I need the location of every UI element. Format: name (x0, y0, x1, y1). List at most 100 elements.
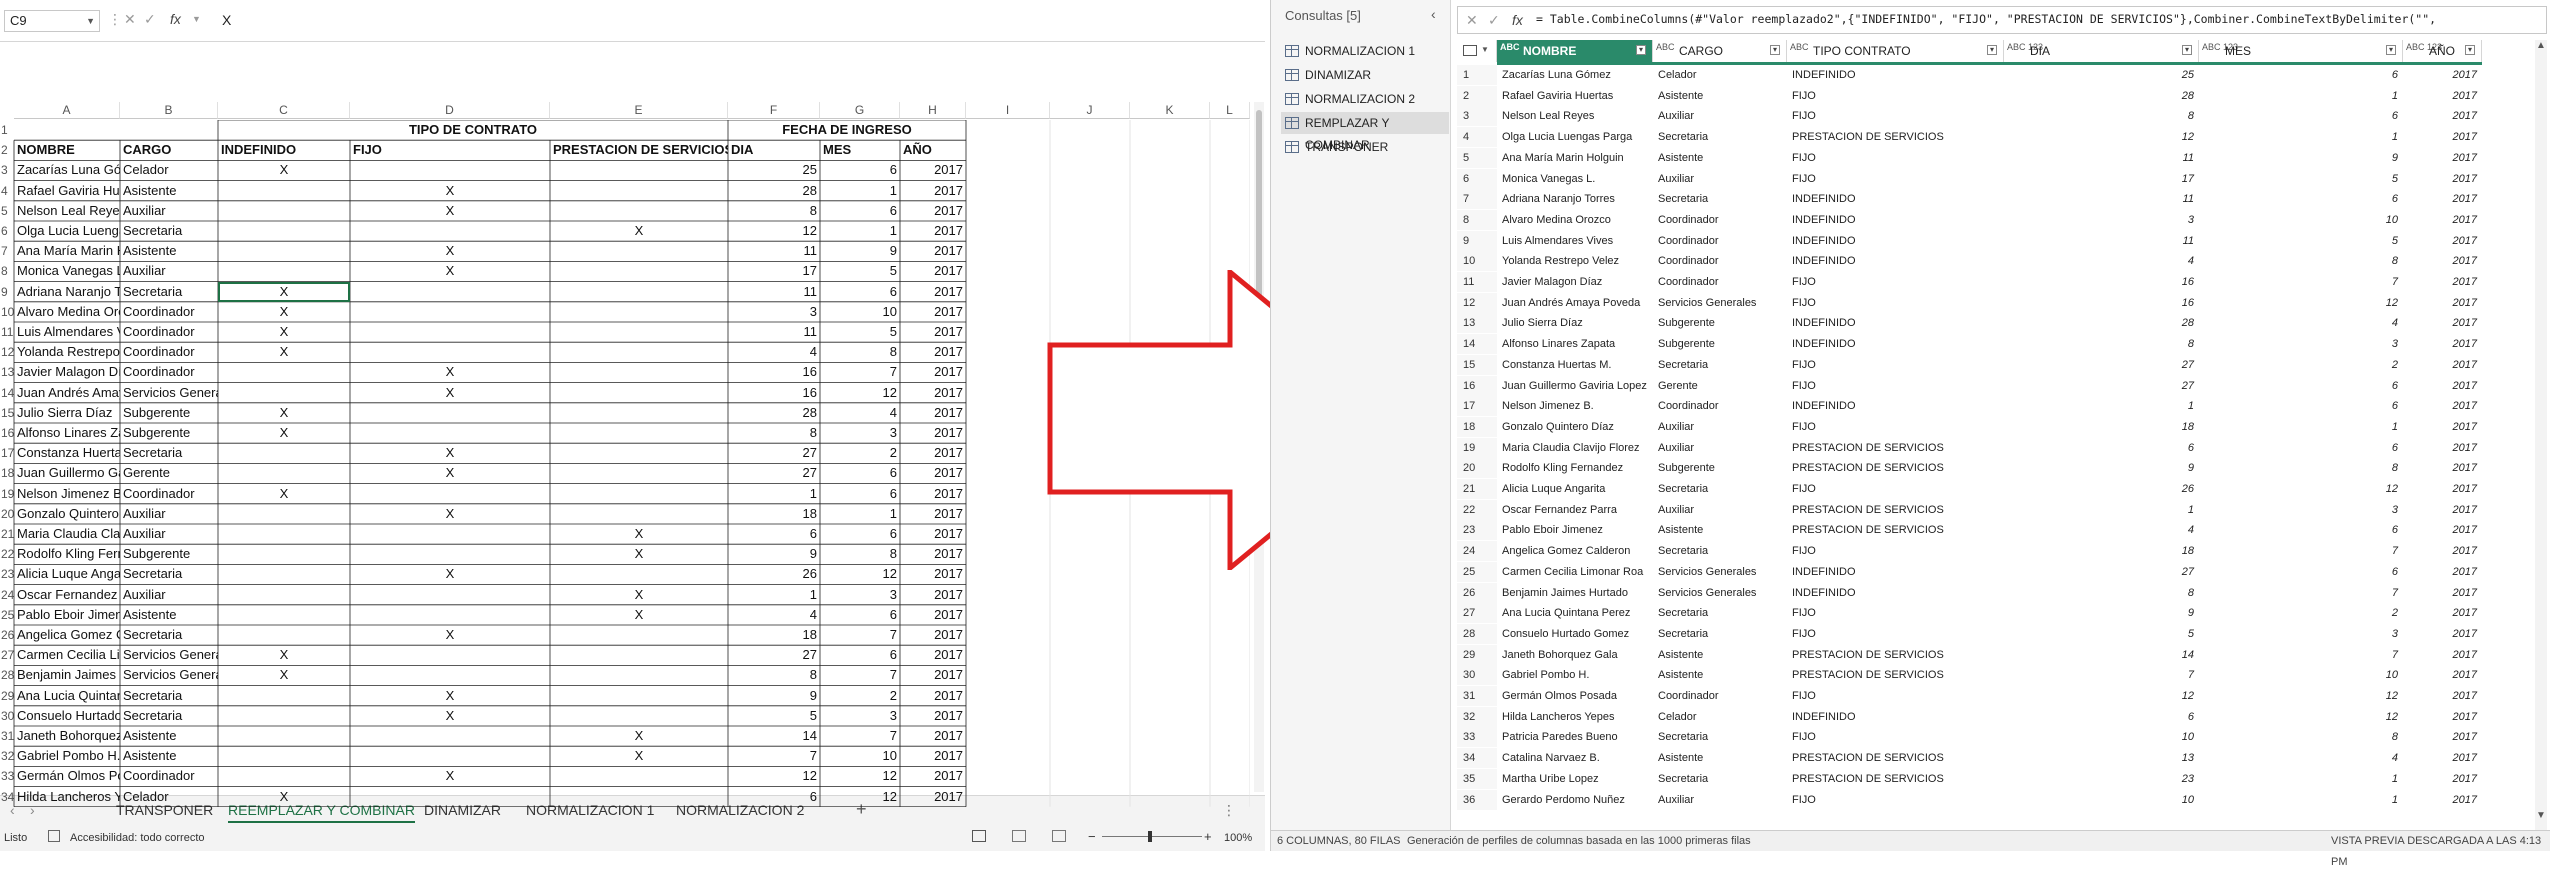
grid-cell[interactable]: 2017 (2403, 127, 2482, 147)
table-cell[interactable]: 2017 (900, 423, 966, 443)
cell-nombre[interactable]: Benjamin Jaimes Hurtado (14, 665, 120, 685)
grid-cell[interactable]: 6 (2199, 562, 2403, 582)
accessibility-icon[interactable] (48, 830, 60, 842)
grid-cell[interactable]: 2017 (2403, 500, 2482, 520)
cell-nombre[interactable]: Rafael Gaviria Huertas (14, 181, 120, 201)
grid-cell[interactable]: 7 (2004, 665, 2199, 685)
grid-cell[interactable]: Auxiliar (1653, 106, 1787, 126)
table-cell[interactable]: 2017 (900, 484, 966, 504)
table-menu-icon[interactable]: ▼ (1457, 40, 1497, 62)
table-cell[interactable] (550, 706, 728, 726)
column-header[interactable]: J (1050, 102, 1130, 119)
grid-cell[interactable]: FIJO (1787, 148, 2004, 168)
grid-cell[interactable]: 7 (2199, 583, 2403, 603)
table-cell[interactable]: 6 (820, 605, 900, 625)
table-cell[interactable]: Asistente (120, 726, 218, 746)
grid-cell[interactable]: Alfonso Linares Zapata (1497, 334, 1653, 354)
table-cell[interactable]: 2017 (900, 221, 966, 241)
grid-cell[interactable]: 4 (2004, 520, 2199, 540)
table-cell[interactable]: X (550, 585, 728, 605)
table-cell[interactable]: Servicios Generales (120, 645, 218, 665)
table-cell[interactable]: 6 (820, 282, 900, 302)
table-cell[interactable] (218, 221, 350, 241)
table-cell[interactable] (550, 665, 728, 685)
table-cell[interactable]: 2017 (900, 302, 966, 322)
grid-cell[interactable]: Janeth Bohorquez Gala (1497, 645, 1653, 665)
grid-cell[interactable]: 18 (2004, 417, 2199, 437)
grid-cell[interactable]: 10 (2004, 790, 2199, 810)
grid-cell[interactable]: 2017 (2403, 86, 2482, 106)
grid-cell[interactable]: Ana Lucia Quintana Perez (1497, 603, 1653, 623)
grid-cell[interactable]: PRESTACION DE SERVICIOS (1787, 127, 2004, 147)
table-cell[interactable]: Gerente (120, 463, 218, 483)
enter-icon[interactable]: ✓ (1488, 12, 1500, 29)
grid-cell[interactable]: INDEFINIDO (1787, 210, 2004, 230)
table-cell[interactable]: 2017 (900, 605, 966, 625)
table-cell[interactable] (350, 322, 550, 342)
table-cell[interactable]: 5 (820, 322, 900, 342)
table-cell[interactable] (218, 362, 350, 382)
cell-nombre[interactable]: Oscar Fernandez Parra (14, 585, 120, 605)
column-header[interactable]: F (728, 102, 820, 119)
table-cell[interactable]: X (350, 443, 550, 463)
grid-cell[interactable]: Juan Andrés Amaya Poveda (1497, 293, 1653, 313)
column-header[interactable]: B (120, 102, 218, 119)
grid-cell[interactable]: 28 (2004, 313, 2199, 333)
table-cell[interactable] (550, 504, 728, 524)
grid-cell[interactable]: 8 (2199, 251, 2403, 271)
table-cell[interactable]: Secretaria (120, 443, 218, 463)
cancel-icon[interactable]: ✕ (124, 11, 136, 28)
status-accessibility[interactable]: Accesibilidad: todo correcto (70, 832, 205, 844)
table-cell[interactable]: 2017 (900, 362, 966, 382)
grid-cell[interactable]: 1 (2199, 127, 2403, 147)
grid-cell[interactable]: 6 (2199, 438, 2403, 458)
grid-cell[interactable]: 11 (2004, 189, 2199, 209)
table-cell[interactable]: 3 (820, 423, 900, 443)
grid-cell[interactable]: INDEFINIDO (1787, 251, 2004, 271)
grid-cell[interactable]: Asistente (1653, 665, 1787, 685)
column-header[interactable]: ABC NOMBRE ▾ (1497, 40, 1653, 62)
table-cell[interactable] (350, 787, 550, 807)
table-cell[interactable]: 2017 (900, 403, 966, 423)
grid-cell[interactable]: Secretaria (1653, 355, 1787, 375)
grid-cell[interactable]: 2017 (2403, 438, 2482, 458)
grid-cell[interactable]: 10 (2004, 727, 2199, 747)
grid-cell[interactable]: Ana María Marin Holguin (1497, 148, 1653, 168)
table-cell[interactable]: 16 (728, 362, 820, 382)
table-cell[interactable] (218, 585, 350, 605)
grid-cell[interactable]: Asistente (1653, 520, 1787, 540)
table-cell[interactable] (350, 585, 550, 605)
grid-cell[interactable]: Servicios Generales (1653, 293, 1787, 313)
grid-cell[interactable]: 6 (2199, 376, 2403, 396)
table-cell[interactable]: 27 (728, 443, 820, 463)
grid-cell[interactable]: Constanza Huertas M. (1497, 355, 1653, 375)
table-cell[interactable]: X (218, 645, 350, 665)
grid-cell[interactable]: Monica Vanegas L. (1497, 169, 1653, 189)
grid-cell[interactable]: 5 (2004, 624, 2199, 644)
table-cell[interactable] (350, 342, 550, 362)
grid-cell[interactable]: Angelica Gomez Calderon (1497, 541, 1653, 561)
table-cell[interactable]: 1 (728, 484, 820, 504)
grid-cell[interactable]: Alvaro Medina Orozco (1497, 210, 1653, 230)
table-cell[interactable]: Auxiliar (120, 585, 218, 605)
column-type-icon[interactable]: ABC (1500, 43, 1520, 52)
table-cell[interactable]: 1 (820, 221, 900, 241)
table-cell[interactable]: X (218, 787, 350, 807)
table-cell[interactable]: 6 (820, 645, 900, 665)
table-cell[interactable]: 12 (820, 787, 900, 807)
table-cell[interactable] (550, 342, 728, 362)
enter-icon[interactable]: ✓ (144, 11, 156, 28)
table-cell[interactable] (550, 625, 728, 645)
grid-cell[interactable]: 10 (2199, 210, 2403, 230)
grid-cell[interactable]: 5 (2199, 231, 2403, 251)
grid-cell[interactable]: 2017 (2403, 251, 2482, 271)
grid-cell[interactable]: INDEFINIDO (1787, 189, 2004, 209)
table-cell[interactable] (218, 706, 350, 726)
table-cell[interactable]: 2017 (900, 181, 966, 201)
table-cell[interactable]: 9 (820, 241, 900, 261)
grid-cell[interactable]: 1 (2199, 790, 2403, 810)
zoom-slider[interactable] (1102, 836, 1202, 837)
collapse-icon[interactable]: ‹ (1431, 6, 1436, 22)
cell-nombre[interactable]: Janeth Bohorquez Gala (14, 726, 120, 746)
grid-cell[interactable]: Martha Uribe Lopez (1497, 769, 1653, 789)
